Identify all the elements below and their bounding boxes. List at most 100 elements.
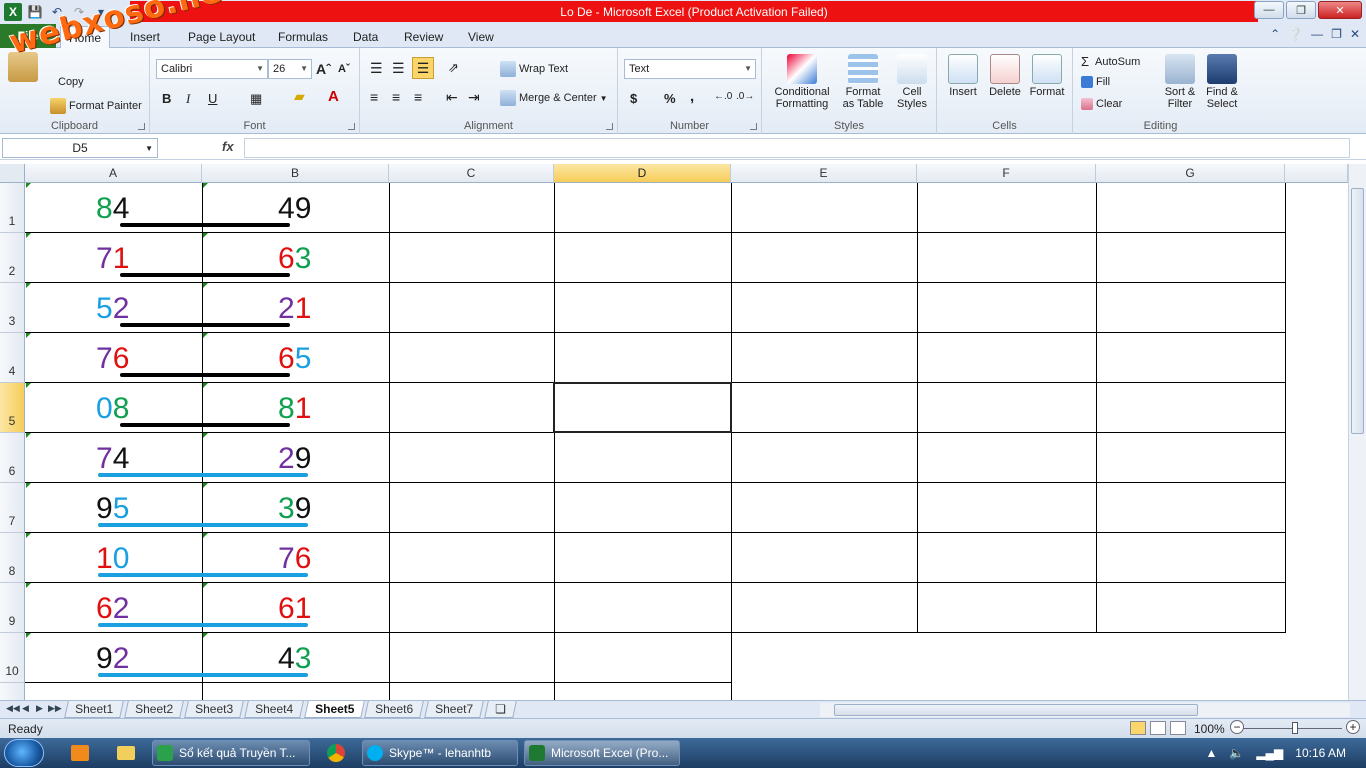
delete-cells-button[interactable]: Delete bbox=[985, 54, 1025, 98]
row-header[interactable]: 5 bbox=[0, 383, 25, 433]
increase-indent-icon[interactable]: ⇥ bbox=[468, 89, 480, 106]
align-bottom-icon[interactable]: ☰ bbox=[412, 57, 434, 79]
find-select-button[interactable]: Find & Select bbox=[1201, 54, 1243, 110]
comma-button[interactable]: , bbox=[690, 88, 694, 105]
clock[interactable]: 10:16 AM bbox=[1295, 746, 1346, 760]
tab-page-layout[interactable]: Page Layout bbox=[180, 26, 263, 48]
align-top-icon[interactable]: ☰ bbox=[370, 60, 383, 77]
cell-value-a[interactable]: 71 bbox=[96, 242, 129, 276]
format-painter-button[interactable]: Format Painter bbox=[50, 98, 142, 114]
column-header-extra[interactable] bbox=[1285, 164, 1348, 183]
align-left-icon[interactable]: ≡ bbox=[370, 89, 378, 105]
show-hidden-icons-icon[interactable]: ▲ bbox=[1205, 746, 1217, 760]
format-cells-button[interactable]: Format bbox=[1027, 54, 1067, 98]
fill-button[interactable]: Fill bbox=[1081, 76, 1110, 88]
restore-button[interactable]: ❐ bbox=[1286, 1, 1316, 19]
cell-styles-button[interactable]: Cell Styles bbox=[890, 54, 934, 110]
excel-icon[interactable]: X bbox=[4, 3, 22, 21]
spreadsheet-grid[interactable]: A B C D E F G 1 2 3 4 5 6 7 8 9 10 84 49 71 63 52 21 76 65 08 81 74… bbox=[0, 164, 1348, 700]
next-sheet-icon[interactable]: ▶ bbox=[36, 703, 43, 714]
clipboard-launcher-icon[interactable] bbox=[138, 123, 145, 130]
cell-value-a[interactable]: 08 bbox=[96, 392, 129, 426]
zoom-level[interactable]: 100% bbox=[1194, 722, 1225, 736]
italic-button[interactable]: I bbox=[186, 91, 190, 107]
font-launcher-icon[interactable] bbox=[348, 123, 355, 130]
file-explorer-icon[interactable] bbox=[104, 741, 148, 765]
sheet-tab[interactable]: Sheet4 bbox=[244, 701, 304, 718]
grow-font-icon[interactable]: Aˆ bbox=[316, 61, 331, 77]
close-button[interactable]: ✕ bbox=[1318, 1, 1362, 19]
format-as-table-button[interactable]: Format as Table bbox=[838, 54, 888, 110]
row-header[interactable]: 2 bbox=[0, 233, 25, 283]
cell-value-a[interactable]: 10 bbox=[96, 542, 129, 576]
cell-value-b[interactable]: 63 bbox=[278, 242, 311, 276]
wrap-text-button[interactable]: Wrap Text bbox=[500, 61, 568, 77]
insert-cells-button[interactable]: Insert bbox=[943, 54, 983, 98]
first-sheet-icon[interactable]: ◀◀ bbox=[6, 703, 20, 714]
decrease-decimal-icon[interactable]: .0→ bbox=[736, 91, 754, 102]
vertical-scroll-thumb[interactable] bbox=[1351, 188, 1364, 434]
currency-button[interactable]: $ bbox=[630, 91, 637, 106]
cell-value-b[interactable]: 61 bbox=[278, 592, 311, 626]
column-header[interactable]: A bbox=[25, 164, 202, 183]
horizontal-scrollbar[interactable] bbox=[820, 703, 1350, 717]
fill-color-icon[interactable]: ▰ bbox=[294, 88, 305, 105]
conditional-formatting-button[interactable]: Conditional Formatting bbox=[768, 54, 836, 110]
cell-value-a[interactable]: 52 bbox=[96, 292, 129, 326]
taskbar-item-skype[interactable]: Skype™ - lehanhtb bbox=[362, 740, 518, 766]
cell-value-b[interactable]: 29 bbox=[278, 442, 311, 476]
page-break-view-icon[interactable] bbox=[1170, 721, 1186, 735]
prev-sheet-icon[interactable]: ◀ bbox=[22, 703, 29, 714]
increase-decimal-icon[interactable]: ←.0 bbox=[714, 91, 732, 102]
row-header-extra[interactable] bbox=[0, 683, 25, 700]
clear-button[interactable]: Clear bbox=[1081, 98, 1122, 110]
merge-center-button[interactable]: Merge & Center ▼ bbox=[500, 90, 608, 106]
row-header[interactable]: 1 bbox=[0, 183, 25, 233]
tab-review[interactable]: Review bbox=[396, 26, 451, 48]
page-layout-view-icon[interactable] bbox=[1150, 721, 1166, 735]
media-player-icon[interactable] bbox=[58, 741, 102, 765]
column-header[interactable]: D bbox=[554, 164, 731, 183]
zoom-in-icon[interactable]: + bbox=[1346, 720, 1360, 734]
number-launcher-icon[interactable] bbox=[750, 123, 757, 130]
chrome-icon[interactable] bbox=[314, 741, 358, 765]
cell-value-a[interactable]: 62 bbox=[96, 592, 129, 626]
orientation-icon[interactable]: ⇗ bbox=[448, 60, 459, 76]
row-header[interactable]: 8 bbox=[0, 533, 25, 583]
taskbar-item-excel[interactable]: Microsoft Excel (Pro... bbox=[524, 740, 680, 766]
network-icon[interactable]: ▂▄▆ bbox=[1256, 746, 1283, 760]
font-color-icon[interactable]: A bbox=[328, 88, 339, 105]
cell-value-b[interactable]: 76 bbox=[278, 542, 311, 576]
tab-view[interactable]: View bbox=[460, 26, 502, 48]
autosum-button[interactable]: Σ AutoSum bbox=[1081, 54, 1140, 69]
minimize-button[interactable]: — bbox=[1254, 1, 1284, 19]
sheet-tab[interactable]: Sheet1 bbox=[64, 701, 124, 718]
cell-value-b[interactable]: 49 bbox=[278, 192, 311, 226]
zoom-slider-track[interactable] bbox=[1232, 728, 1342, 729]
percent-button[interactable]: % bbox=[664, 91, 676, 106]
sheet-tab[interactable]: Sheet5 bbox=[304, 701, 366, 718]
volume-icon[interactable]: 🔈 bbox=[1229, 746, 1244, 760]
help-icon[interactable]: ❔ bbox=[1288, 27, 1303, 41]
cell-value-b[interactable]: 39 bbox=[278, 492, 311, 526]
horizontal-scroll-thumb[interactable] bbox=[834, 704, 1198, 716]
tab-formulas[interactable]: Formulas bbox=[270, 26, 336, 48]
align-middle-icon[interactable]: ☰ bbox=[392, 60, 405, 77]
cell-value-a[interactable]: 95 bbox=[96, 492, 129, 526]
windows-start-icon[interactable] bbox=[4, 739, 44, 767]
sort-filter-button[interactable]: Sort & Filter bbox=[1159, 54, 1201, 110]
tab-data[interactable]: Data bbox=[345, 26, 386, 48]
vertical-scrollbar[interactable] bbox=[1348, 164, 1366, 700]
row-header[interactable]: 7 bbox=[0, 483, 25, 533]
row-header[interactable]: 6 bbox=[0, 433, 25, 483]
formula-input[interactable] bbox=[244, 138, 1350, 158]
column-header[interactable]: F bbox=[917, 164, 1096, 183]
align-center-icon[interactable]: ≡ bbox=[392, 89, 400, 105]
alignment-launcher-icon[interactable] bbox=[606, 123, 613, 130]
workbook-minimize-icon[interactable]: — bbox=[1311, 27, 1323, 41]
copy-button[interactable]: Copy bbox=[58, 76, 84, 88]
cell-value-a[interactable]: 92 bbox=[96, 642, 129, 676]
column-header[interactable]: G bbox=[1096, 164, 1285, 183]
workbook-restore-icon[interactable]: ❐ bbox=[1331, 27, 1342, 41]
name-box[interactable]: D5 ▼ bbox=[2, 138, 158, 158]
